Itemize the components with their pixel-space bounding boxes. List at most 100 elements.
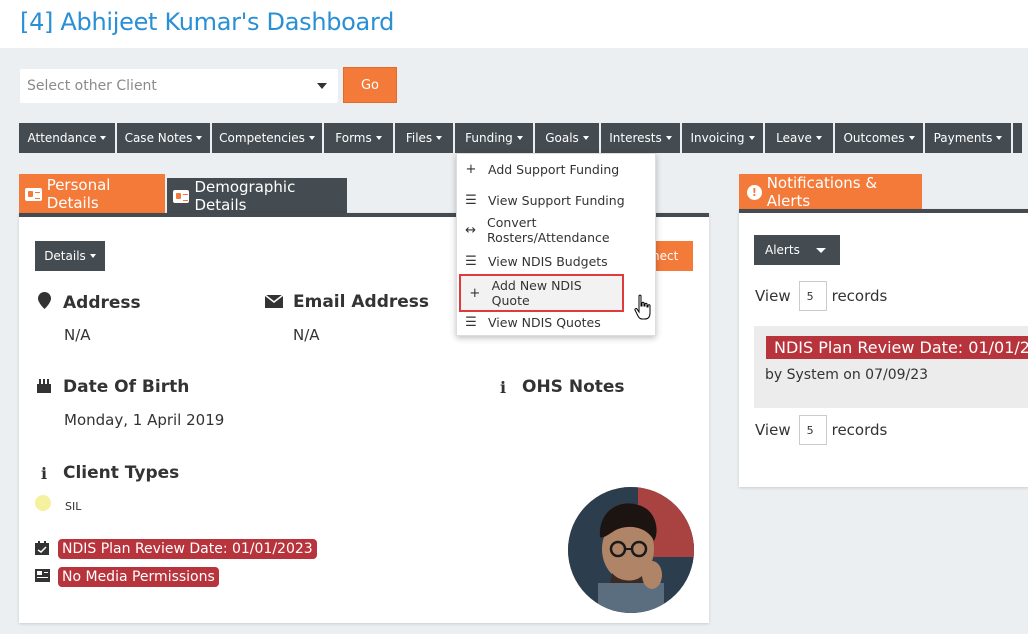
page-title: [4] Abhijeet Kumar's Dashboard <box>20 8 395 36</box>
menu-payments[interactable]: Payments <box>925 123 1011 153</box>
menu-interests[interactable]: Interests <box>601 123 680 153</box>
id-card-icon <box>173 189 190 203</box>
go-button[interactable]: Go <box>343 67 397 103</box>
ohs-notes-label: i OHS Notes <box>494 377 625 397</box>
records-per-page-bottom: View 5 records <box>755 415 887 445</box>
menu-outcomes[interactable]: Outcomes <box>835 123 923 153</box>
notification-item[interactable]: NDIS Plan Review Date: 01/01/2 by System… <box>754 326 1028 408</box>
tab-label: Notifications & Alerts <box>766 174 878 210</box>
list-icon: ☰ <box>465 253 477 269</box>
caret-down-icon <box>308 136 315 140</box>
details-button[interactable]: Details <box>35 241 105 271</box>
dob-label-text: Date Of Birth <box>63 377 190 397</box>
title-bar: [4] Abhijeet Kumar's Dashboard <box>0 0 1028 48</box>
menu-funding[interactable]: Funding <box>455 123 533 153</box>
id-card-icon <box>25 187 42 201</box>
address-label-text: Address <box>63 292 141 313</box>
newspaper-icon <box>35 569 50 585</box>
alerts-button-label: Alerts <box>765 243 800 257</box>
menu-forms[interactable]: Forms <box>324 123 393 153</box>
tab-notifications-alerts[interactable]: ! Notifications & Alerts <box>739 174 922 210</box>
tab-label: Demographic Details <box>194 178 296 214</box>
ohs-notes-label-text: OHS Notes <box>522 377 625 397</box>
dropdown-item-label: View Support Funding <box>488 192 625 208</box>
records-per-page-top: View 5 records <box>755 281 887 311</box>
funding-dropdown: + Add Support Funding ☰ View Support Fun… <box>456 153 656 336</box>
map-marker-icon <box>35 292 53 313</box>
tab-label: Personal Details <box>46 176 111 212</box>
menu-label: Interests <box>609 131 662 145</box>
caret-down-icon <box>436 136 443 140</box>
client-select[interactable]: Select other Client <box>20 69 338 103</box>
info-icon: i <box>499 377 507 397</box>
dropdown-item-label: Convert Rosters/Attendance <box>487 215 610 245</box>
calendar-check-icon <box>35 541 49 558</box>
caret-down-icon <box>516 136 523 140</box>
menu-label: Forms <box>335 131 372 145</box>
caret-down-icon <box>665 136 672 140</box>
caret-down-icon <box>89 254 96 258</box>
client-select-placeholder: Select other Client <box>27 78 157 94</box>
tab-personal-details[interactable]: Personal Details <box>19 174 165 214</box>
dob-label: Date Of Birth <box>35 377 189 397</box>
dropdown-item-label: View NDIS Budgets <box>488 253 608 269</box>
menu-leave[interactable]: Leave <box>765 123 833 153</box>
email-label-text: Email Address <box>293 292 430 312</box>
menu-case-notes[interactable]: Case Notes <box>117 123 210 153</box>
client-types-label: i Client Types <box>35 463 179 483</box>
menu-invoicing[interactable]: Invoicing <box>682 123 763 153</box>
caret-down-icon <box>196 136 203 140</box>
exclamation-circle-icon: ! <box>747 184 762 200</box>
view-label: View <box>755 421 791 439</box>
caret-down-icon <box>815 247 826 253</box>
dropdown-item-convert-rosters[interactable]: ↔ Convert Rosters/Attendance <box>457 215 657 245</box>
menu-label: Leave <box>776 131 812 145</box>
client-type-color-dot <box>35 495 51 511</box>
plan-review-badge: NDIS Plan Review Date: 01/01/2023 <box>58 539 317 559</box>
menu-label: Invoicing <box>690 131 745 145</box>
menu-attendance[interactable]: Attendance <box>19 123 115 153</box>
hand-pointer-icon <box>634 294 651 320</box>
menu-label: Competencies <box>219 131 305 145</box>
menu-files[interactable]: Files <box>395 123 453 153</box>
dropdown-item-label: Add Support Funding <box>488 161 620 177</box>
menu-overflow[interactable] <box>1013 123 1022 153</box>
envelope-icon <box>264 293 284 312</box>
arrows-horizontal-icon: ↔ <box>465 222 476 238</box>
chevron-down-icon <box>317 83 327 89</box>
info-icon: i <box>40 463 48 483</box>
menu-label: Payments <box>933 131 993 145</box>
avatar <box>568 487 694 613</box>
menu-label: Files <box>405 131 433 145</box>
tab-demographic-details[interactable]: Demographic Details <box>167 178 347 214</box>
records-count-input[interactable]: 5 <box>798 281 827 311</box>
dropdown-item-view-ndis-budgets[interactable]: ☰ View NDIS Budgets <box>457 246 657 276</box>
dropdown-item-view-ndis-quotes[interactable]: ☰ View NDIS Quotes <box>457 307 657 337</box>
menu-label: Outcomes <box>843 131 905 145</box>
dropdown-item-label: View NDIS Quotes <box>488 314 601 330</box>
notification-title: NDIS Plan Review Date: 01/01/2 <box>766 336 1028 359</box>
records-count-input[interactable]: 5 <box>798 415 827 445</box>
menubar: Attendance Case Notes Competencies Forms… <box>19 123 1028 153</box>
client-types-label-text: Client Types <box>63 463 180 483</box>
caret-down-icon <box>100 136 107 140</box>
caret-down-icon <box>375 136 382 140</box>
media-permissions-badge: No Media Permissions <box>58 567 219 587</box>
caret-down-icon <box>996 136 1003 140</box>
dob-value: Monday, 1 April 2019 <box>64 411 225 429</box>
menu-label: Case Notes <box>124 131 193 145</box>
menu-goals[interactable]: Goals <box>535 123 599 153</box>
client-type-value: SIL <box>65 500 82 513</box>
caret-down-icon <box>815 136 822 140</box>
records-label: records <box>831 421 888 439</box>
email-label: Email Address <box>264 292 430 312</box>
dropdown-item-add-support-funding[interactable]: + Add Support Funding <box>457 154 657 184</box>
records-label: records <box>831 287 888 305</box>
address-value: N/A <box>64 326 91 344</box>
address-label: Address <box>35 292 141 313</box>
dropdown-item-view-support-funding[interactable]: ☰ View Support Funding <box>457 185 657 215</box>
email-value: N/A <box>293 326 320 344</box>
alerts-button[interactable]: Alerts <box>754 235 840 265</box>
plus-icon: + <box>465 161 477 177</box>
menu-competencies[interactable]: Competencies <box>212 123 322 153</box>
